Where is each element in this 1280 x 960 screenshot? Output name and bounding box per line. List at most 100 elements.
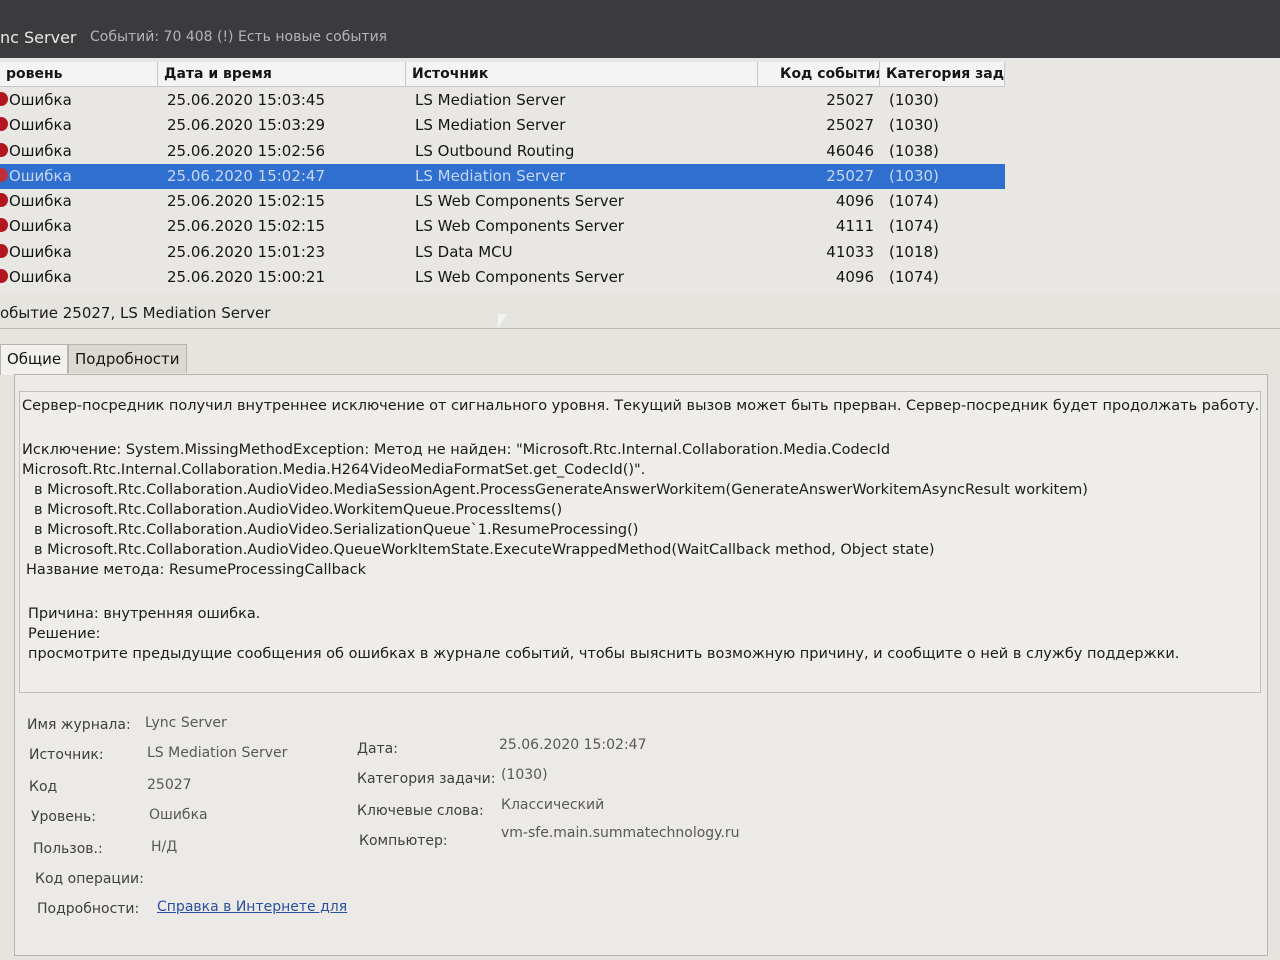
table-row[interactable]: Ошибка 25.06.2020 15:03:45 LS Mediation Se… (0, 88, 1005, 113)
keywords-label: Ключевые слова: (357, 803, 484, 819)
message-line: Microsoft.Rtc.Internal.Collaboration.Med… (22, 462, 646, 478)
level-label: Уровень: (31, 809, 96, 825)
error-icon (0, 117, 8, 132)
mouse-pointer-icon (498, 314, 507, 328)
level-cell: Ошибка (9, 91, 72, 109)
datetime-cell: 25.06.2020 15:02:15 (167, 217, 326, 236)
event-code-cell: 4111 (835, 217, 874, 236)
message-line: в Microsoft.Rtc.Collaboration.AudioVideo… (34, 482, 1088, 498)
user-value: Н/Д (151, 839, 178, 855)
column-category[interactable]: Категория зад... (880, 62, 1005, 86)
level-cell: Ошибка (9, 242, 72, 261)
category-cell: (1074) (889, 192, 939, 211)
date-label: Дата: (357, 741, 398, 757)
error-icon (0, 269, 8, 284)
computer-label: Компьютер: (359, 833, 448, 849)
level-cell: Ошибка (9, 192, 72, 211)
category-cell: (1018) (889, 242, 939, 261)
source-cell: LS Mediation Server (415, 116, 566, 135)
category-cell: (1038) (889, 141, 939, 160)
task-category-value: (1030) (501, 767, 548, 783)
window-title: nc Server (0, 28, 77, 47)
error-icon (0, 218, 8, 233)
level-cell: Ошибка (9, 166, 72, 185)
keywords-value: Классический (501, 797, 605, 813)
level-cell: Ошибка (9, 217, 72, 236)
user-label: Пользов.: (33, 841, 103, 857)
log-name-value: Lync Server (145, 715, 227, 731)
tab-details[interactable]: Подробности (68, 344, 187, 373)
category-cell: (1030) (889, 166, 939, 185)
event-message-box[interactable]: Сервер-посредник получил внутреннее искл… (19, 391, 1261, 693)
table-row[interactable]: Ошибка 25.06.2020 15:02:15 LS Web Componen… (0, 189, 1005, 214)
title-bar: nc Server Событий: 70 408 (!) Есть новые… (0, 0, 1280, 58)
event-code-cell: 25027 (826, 116, 874, 135)
datetime-cell: 25.06.2020 15:03:45 (167, 91, 326, 109)
table-row[interactable]: Ошибка 25.06.2020 15:03:29 LS Mediation Se… (0, 113, 1005, 138)
table-row[interactable]: Ошибка 25.06.2020 15:01:23 LS Data MCU 4103… (0, 240, 1005, 265)
datetime-cell: 25.06.2020 15:01:23 (167, 242, 326, 261)
category-cell: (1074) (889, 268, 939, 287)
event-code-cell: 4096 (835, 268, 874, 287)
source-cell: LS Data MCU (415, 242, 513, 261)
code-label: Код (29, 779, 58, 795)
date-value: 25.06.2020 15:02:47 (499, 737, 647, 753)
table-row[interactable]: Ошибка 25.06.2020 15:02:47 LS Mediation Se… (0, 163, 1005, 190)
level-cell: Ошибка (9, 141, 72, 160)
computer-value: vm-sfe.main.summatechnology.ru (501, 825, 740, 841)
datetime-cell: 25.06.2020 15:00:21 (167, 268, 326, 287)
event-list: Ошибка 25.06.2020 15:03:45 LS Mediation Se… (0, 88, 1005, 290)
tab-general[interactable]: Общие (0, 344, 69, 375)
level-cell: Ошибка (9, 116, 72, 135)
event-code-cell: 25027 (826, 166, 874, 185)
message-line: Сервер-посредник получил внутреннее искл… (22, 398, 1260, 414)
source-cell: LS Web Components Server (415, 192, 624, 211)
column-event-code[interactable]: Код события (758, 62, 880, 86)
source-label: Источник: (29, 747, 104, 763)
event-code-cell: 41033 (826, 242, 874, 261)
datetime-cell: 25.06.2020 15:02:47 (167, 166, 326, 185)
column-source[interactable]: Источник (406, 62, 758, 86)
more-info-label: Подробности: (37, 901, 140, 917)
message-line: в Microsoft.Rtc.Collaboration.AudioVideo… (34, 542, 935, 558)
table-row[interactable]: Ошибка 25.06.2020 15:02:15 LS Web Componen… (0, 214, 1005, 239)
error-icon (0, 92, 8, 106)
error-icon (0, 193, 8, 208)
source-cell: LS Mediation Server (415, 166, 566, 185)
event-code-cell: 25027 (826, 91, 874, 109)
column-level[interactable]: ровень (0, 62, 158, 86)
error-icon (0, 142, 8, 157)
event-code-cell: 4096 (835, 192, 874, 211)
code-value: 25027 (147, 777, 192, 793)
category-cell: (1074) (889, 217, 939, 236)
source-cell: LS Mediation Server (415, 91, 566, 109)
datetime-cell: 25.06.2020 15:02:56 (167, 141, 326, 160)
message-line: Исключение: System.MissingMethodExceptio… (22, 442, 891, 458)
message-line: просмотрите предыдущие сообщения об ошиб… (28, 646, 1180, 662)
event-count-status: Событий: 70 408 (!) Есть новые события (90, 29, 388, 45)
source-cell: LS Web Components Server (415, 268, 624, 287)
level-value: Ошибка (149, 807, 208, 823)
online-help-link[interactable]: Справка в Интернете для (157, 899, 347, 915)
datetime-cell: 25.06.2020 15:03:29 (167, 116, 326, 135)
event-detail-title: обытие 25027, LS Mediation Server (0, 304, 271, 322)
task-category-label: Категория задачи: (357, 771, 496, 787)
message-line: в Microsoft.Rtc.Collaboration.AudioVideo… (34, 502, 563, 518)
table-row[interactable]: Ошибка 25.06.2020 15:02:56 LS Outbound Rou… (0, 139, 1005, 164)
message-line: Решение: (28, 626, 101, 642)
source-value: LS Mediation Server (147, 745, 288, 761)
opcode-label: Код операции: (35, 871, 144, 887)
message-line: в Microsoft.Rtc.Collaboration.AudioVideo… (34, 522, 639, 538)
log-name-label: Имя журнала: (27, 717, 131, 733)
message-line: Название метода: ResumeProcessingCallbac… (26, 562, 367, 578)
error-icon (0, 167, 8, 182)
error-icon (0, 243, 8, 258)
table-row[interactable]: Ошибка 25.06.2020 15:00:21 LS Web Componen… (0, 265, 1005, 290)
event-code-cell: 46046 (826, 141, 874, 160)
message-line: Причина: внутренняя ошибка. (28, 606, 261, 622)
category-cell: (1030) (889, 91, 939, 109)
column-datetime[interactable]: Дата и время (158, 62, 406, 86)
datetime-cell: 25.06.2020 15:02:15 (167, 192, 326, 211)
source-cell: LS Outbound Routing (415, 141, 575, 160)
category-cell: (1030) (889, 116, 939, 135)
